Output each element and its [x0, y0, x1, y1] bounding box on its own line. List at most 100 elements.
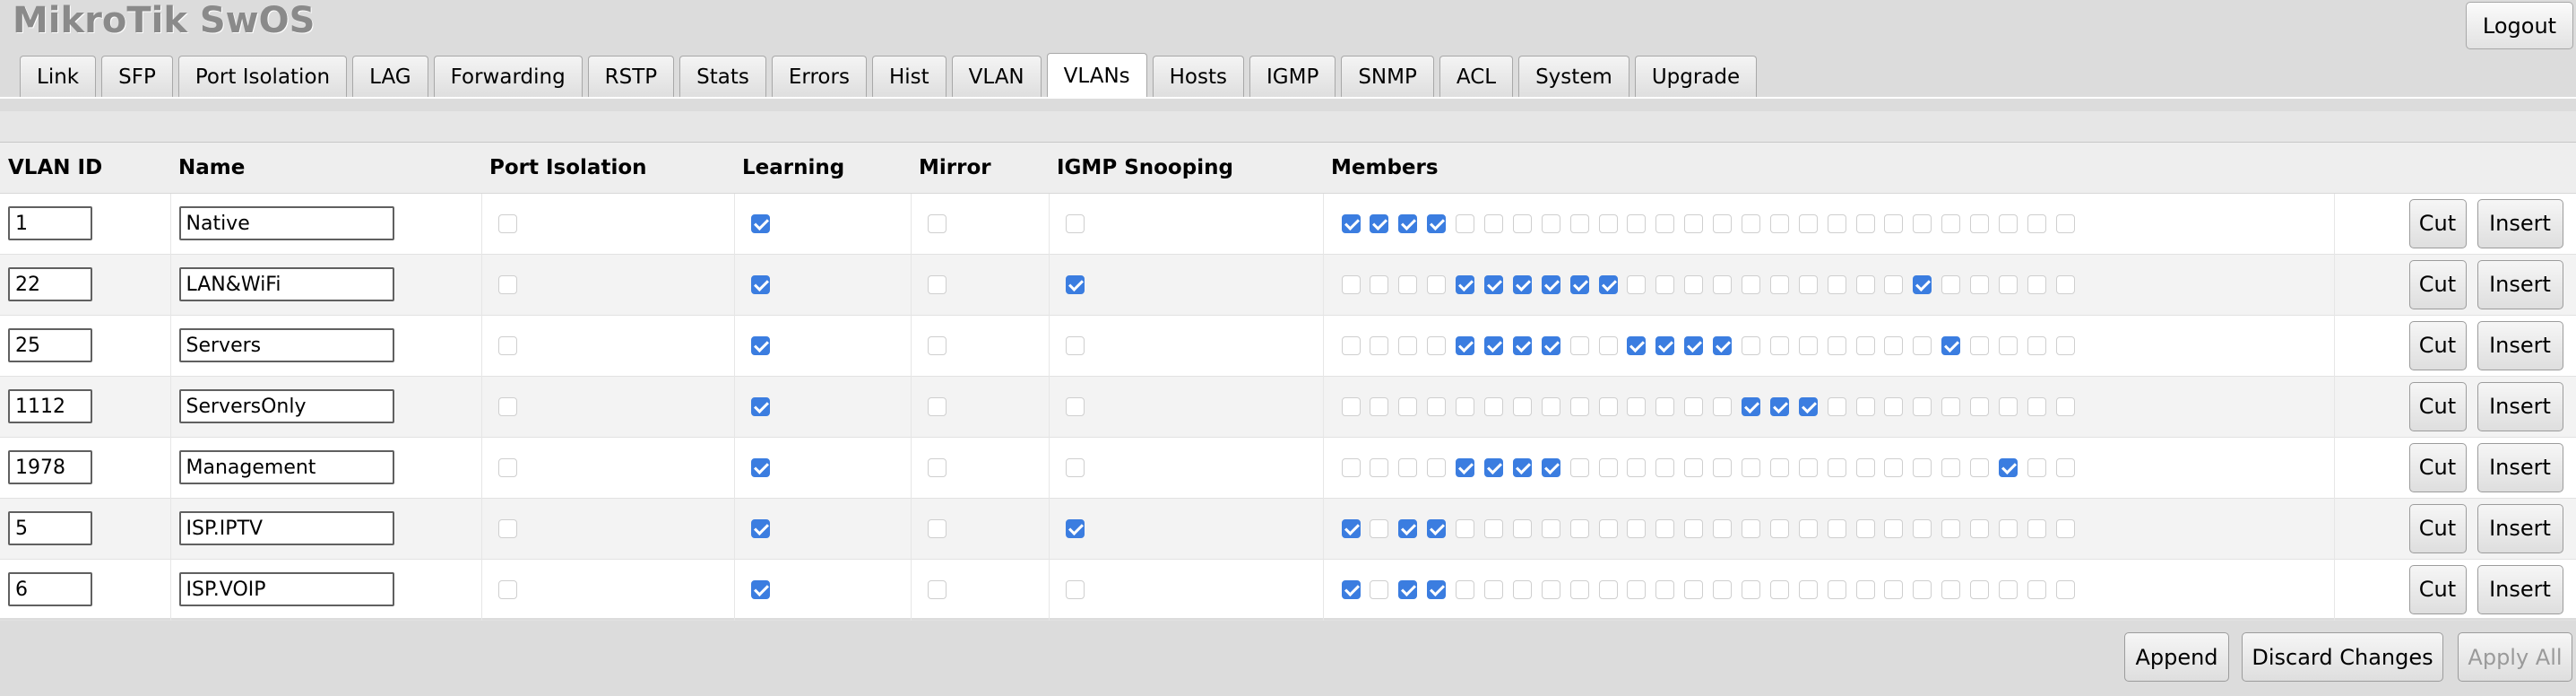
member-port-13-checkbox[interactable]: [1684, 396, 1704, 416]
mirror-checkbox[interactable]: [927, 274, 947, 294]
member-port-5-checkbox[interactable]: [1456, 518, 1475, 538]
member-port-9-checkbox[interactable]: [1569, 579, 1589, 599]
member-port-4-checkbox[interactable]: [1427, 457, 1447, 477]
member-port-24-checkbox[interactable]: [1998, 274, 2018, 294]
member-port-13-checkbox[interactable]: [1684, 335, 1704, 355]
tab-upgrade[interactable]: Upgrade: [1634, 56, 1758, 98]
member-port-24-checkbox[interactable]: [1998, 213, 2018, 233]
member-port-21-checkbox[interactable]: [1913, 579, 1932, 599]
member-port-1-checkbox[interactable]: [1341, 579, 1361, 599]
member-port-15-checkbox[interactable]: [1741, 274, 1760, 294]
member-port-16-checkbox[interactable]: [1769, 518, 1789, 538]
igmp-snooping-checkbox[interactable]: [1065, 518, 1085, 538]
member-port-3-checkbox[interactable]: [1398, 579, 1418, 599]
member-port-21-checkbox[interactable]: [1913, 457, 1932, 477]
member-port-11-checkbox[interactable]: [1627, 213, 1647, 233]
member-port-7-checkbox[interactable]: [1512, 213, 1532, 233]
port-isolation-checkbox[interactable]: [497, 396, 517, 416]
member-port-21-checkbox[interactable]: [1913, 396, 1932, 416]
member-port-25-checkbox[interactable]: [2027, 396, 2046, 416]
member-port-6-checkbox[interactable]: [1483, 457, 1503, 477]
member-port-18-checkbox[interactable]: [1827, 213, 1846, 233]
member-port-11-checkbox[interactable]: [1627, 579, 1647, 599]
member-port-17-checkbox[interactable]: [1798, 579, 1818, 599]
member-port-21-checkbox[interactable]: [1913, 213, 1932, 233]
member-port-5-checkbox[interactable]: [1456, 396, 1475, 416]
member-port-23-checkbox[interactable]: [1970, 213, 1990, 233]
member-port-10-checkbox[interactable]: [1598, 579, 1618, 599]
member-port-12-checkbox[interactable]: [1655, 274, 1675, 294]
member-port-21-checkbox[interactable]: [1913, 274, 1932, 294]
member-port-17-checkbox[interactable]: [1798, 396, 1818, 416]
igmp-snooping-checkbox[interactable]: [1065, 335, 1085, 355]
mirror-checkbox[interactable]: [927, 396, 947, 416]
member-port-2-checkbox[interactable]: [1370, 457, 1389, 477]
tab-vlan[interactable]: VLAN: [951, 56, 1042, 98]
member-port-7-checkbox[interactable]: [1512, 518, 1532, 538]
member-port-12-checkbox[interactable]: [1655, 213, 1675, 233]
tab-errors[interactable]: Errors: [771, 56, 867, 98]
member-port-14-checkbox[interactable]: [1713, 396, 1733, 416]
member-port-13-checkbox[interactable]: [1684, 213, 1704, 233]
member-port-19-checkbox[interactable]: [1855, 335, 1875, 355]
member-port-6-checkbox[interactable]: [1483, 518, 1503, 538]
learning-checkbox[interactable]: [750, 396, 770, 416]
member-port-13-checkbox[interactable]: [1684, 457, 1704, 477]
vlan-name-input[interactable]: [178, 511, 394, 545]
member-port-20-checkbox[interactable]: [1884, 274, 1904, 294]
member-port-16-checkbox[interactable]: [1769, 274, 1789, 294]
member-port-7-checkbox[interactable]: [1512, 396, 1532, 416]
member-port-1-checkbox[interactable]: [1341, 457, 1361, 477]
member-port-4-checkbox[interactable]: [1427, 518, 1447, 538]
member-port-2-checkbox[interactable]: [1370, 579, 1389, 599]
tab-sfp[interactable]: SFP: [101, 56, 173, 98]
igmp-snooping-checkbox[interactable]: [1065, 213, 1085, 233]
member-port-9-checkbox[interactable]: [1569, 457, 1589, 477]
tab-hist[interactable]: Hist: [871, 56, 947, 98]
member-port-11-checkbox[interactable]: [1627, 274, 1647, 294]
member-port-20-checkbox[interactable]: [1884, 457, 1904, 477]
vlan-name-input[interactable]: [178, 328, 394, 362]
member-port-23-checkbox[interactable]: [1970, 457, 1990, 477]
member-port-26-checkbox[interactable]: [2055, 335, 2075, 355]
member-port-14-checkbox[interactable]: [1713, 213, 1733, 233]
tab-acl[interactable]: ACL: [1439, 56, 1514, 98]
member-port-11-checkbox[interactable]: [1627, 457, 1647, 477]
member-port-3-checkbox[interactable]: [1398, 274, 1418, 294]
member-port-9-checkbox[interactable]: [1569, 518, 1589, 538]
member-port-26-checkbox[interactable]: [2055, 457, 2075, 477]
member-port-23-checkbox[interactable]: [1970, 335, 1990, 355]
member-port-18-checkbox[interactable]: [1827, 457, 1846, 477]
vlan-id-input[interactable]: [8, 328, 92, 362]
member-port-24-checkbox[interactable]: [1998, 457, 2018, 477]
member-port-19-checkbox[interactable]: [1855, 579, 1875, 599]
member-port-19-checkbox[interactable]: [1855, 396, 1875, 416]
vlan-id-input[interactable]: [8, 511, 92, 545]
member-port-19-checkbox[interactable]: [1855, 518, 1875, 538]
member-port-14-checkbox[interactable]: [1713, 579, 1733, 599]
tab-port-isolation[interactable]: Port Isolation: [177, 56, 348, 98]
member-port-10-checkbox[interactable]: [1598, 518, 1618, 538]
tab-hosts[interactable]: Hosts: [1152, 56, 1244, 98]
tab-igmp[interactable]: IGMP: [1249, 56, 1336, 98]
vlan-id-input[interactable]: [8, 389, 92, 423]
member-port-24-checkbox[interactable]: [1998, 396, 2018, 416]
vlan-name-input[interactable]: [178, 572, 394, 606]
member-port-16-checkbox[interactable]: [1769, 396, 1789, 416]
discard-changes-button[interactable]: Discard Changes: [2242, 632, 2443, 682]
member-port-1-checkbox[interactable]: [1341, 335, 1361, 355]
learning-checkbox[interactable]: [750, 335, 770, 355]
tab-system[interactable]: System: [1518, 56, 1629, 98]
insert-button[interactable]: Insert: [2477, 442, 2563, 492]
member-port-5-checkbox[interactable]: [1456, 579, 1475, 599]
member-port-25-checkbox[interactable]: [2027, 457, 2046, 477]
member-port-24-checkbox[interactable]: [1998, 518, 2018, 538]
member-port-13-checkbox[interactable]: [1684, 579, 1704, 599]
member-port-2-checkbox[interactable]: [1370, 213, 1389, 233]
member-port-10-checkbox[interactable]: [1598, 213, 1618, 233]
member-port-17-checkbox[interactable]: [1798, 457, 1818, 477]
member-port-1-checkbox[interactable]: [1341, 396, 1361, 416]
mirror-checkbox[interactable]: [927, 518, 947, 538]
tab-link[interactable]: Link: [20, 56, 97, 98]
member-port-12-checkbox[interactable]: [1655, 518, 1675, 538]
